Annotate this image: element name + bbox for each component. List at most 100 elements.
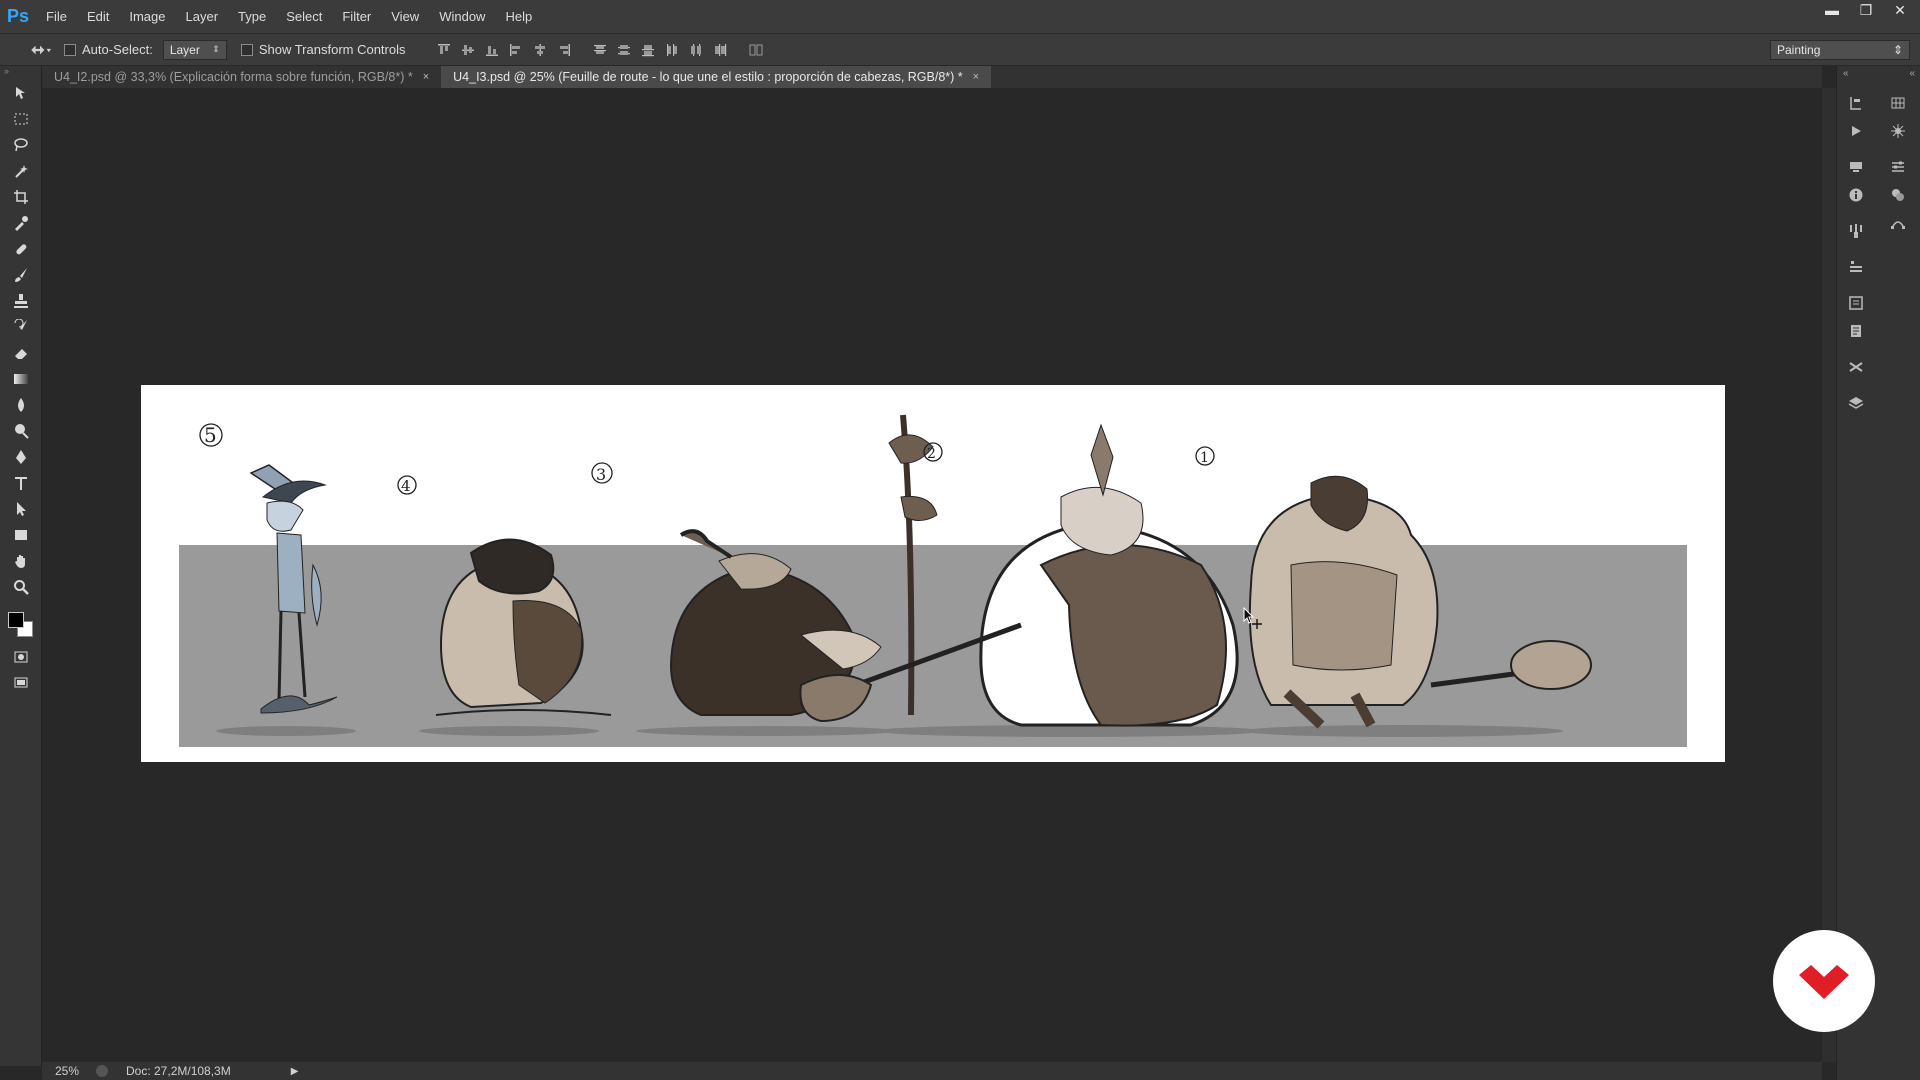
dropdown-arrow-icon: ⇕: [212, 44, 220, 54]
clone-stamp-tool-icon[interactable]: [0, 288, 42, 314]
marquee-tool-icon[interactable]: [0, 106, 42, 132]
vertical-scrollbar[interactable]: [1822, 88, 1836, 1062]
distribute-top-icon[interactable]: [592, 42, 608, 58]
close-button[interactable]: ✕: [1890, 0, 1910, 20]
auto-select-dropdown[interactable]: Layer ⇕: [162, 39, 227, 60]
dock-collapse-right-icon[interactable]: «: [1909, 68, 1915, 82]
align-right-icon[interactable]: [556, 42, 572, 58]
distribute-bottom-icon[interactable]: [640, 42, 656, 58]
tool-presets-icon[interactable]: [1841, 354, 1871, 380]
toolbox-collapse-icon[interactable]: »: [0, 66, 41, 80]
tab-close-icon[interactable]: ×: [973, 71, 979, 83]
blur-tool-icon[interactable]: [0, 392, 42, 418]
canvas-workspace[interactable]: 5 4 3 2 1: [43, 88, 1821, 1062]
align-vcenter-icon[interactable]: [460, 42, 476, 58]
character-number-4: 4: [401, 477, 411, 495]
show-transform-label: Show Transform Controls: [258, 42, 406, 57]
menu-help[interactable]: Help: [495, 0, 542, 33]
layers-panel-icon[interactable]: [1841, 390, 1871, 416]
character-panel-icon[interactable]: [1841, 290, 1871, 316]
foreground-color-swatch[interactable]: [8, 612, 24, 628]
character-number-2: 2: [927, 446, 936, 462]
maximize-button[interactable]: ❐: [1856, 0, 1876, 20]
auto-select-checkbox[interactable]: [64, 43, 76, 56]
status-menu-arrow-icon[interactable]: ▶: [291, 1066, 299, 1077]
move-tool-preset-icon[interactable]: [16, 34, 64, 66]
color-swatches[interactable]: [0, 604, 42, 644]
menu-layer[interactable]: Layer: [176, 0, 229, 33]
menu-view[interactable]: View: [381, 0, 429, 33]
character-number-1: 1: [1200, 450, 1209, 466]
color-panel-icon[interactable]: [1883, 118, 1913, 144]
healing-brush-tool-icon[interactable]: [0, 236, 42, 262]
actions-panel-icon[interactable]: [1841, 118, 1871, 144]
workspace-dropdown[interactable]: Painting ⇕: [1770, 40, 1910, 60]
window-controls: ▬ ❐ ✕: [1822, 0, 1910, 20]
path-selection-tool-icon[interactable]: [0, 496, 42, 522]
clone-source-icon[interactable]: [1841, 254, 1871, 280]
zoom-level[interactable]: 25%: [42, 1064, 92, 1078]
zoom-tool-icon[interactable]: [0, 574, 42, 600]
pen-tool-icon[interactable]: [0, 444, 42, 470]
swatches-panel-icon[interactable]: [1883, 90, 1913, 116]
align-top-icon[interactable]: [436, 42, 452, 58]
character-5: [249, 464, 338, 714]
adjustments-panel-icon[interactable]: [1883, 154, 1913, 180]
eyedropper-tool-icon[interactable]: [0, 210, 42, 236]
styles-panel-icon[interactable]: [1883, 182, 1913, 208]
brush-panel-icon[interactable]: [1841, 218, 1871, 244]
type-tool-icon[interactable]: [0, 470, 42, 496]
move-tool-icon[interactable]: [0, 80, 42, 106]
crop-tool-icon[interactable]: [0, 184, 42, 210]
menu-bar: Ps File Edit Image Layer Type Select Fil…: [0, 0, 1920, 33]
tab-document-2-label: U4_I3.psd @ 25% (Feuille de route - lo q…: [453, 70, 963, 84]
brush-tool-icon[interactable]: [0, 262, 42, 288]
align-left-icon[interactable]: [508, 42, 524, 58]
menu-window[interactable]: Window: [429, 0, 495, 33]
gradient-tool-icon[interactable]: [0, 366, 42, 392]
distribute-buttons: [592, 42, 728, 58]
history-brush-tool-icon[interactable]: [0, 314, 42, 340]
tab-document-2[interactable]: U4_I3.psd @ 25% (Feuille de route - lo q…: [441, 66, 992, 88]
history-panel-icon[interactable]: [1841, 90, 1871, 116]
dodge-tool-icon[interactable]: [0, 418, 42, 444]
menu-edit[interactable]: Edit: [77, 0, 119, 33]
auto-align-button: [748, 42, 764, 58]
screen-mode-icon[interactable]: [0, 670, 42, 696]
magic-wand-tool-icon[interactable]: [0, 158, 42, 184]
menu-image[interactable]: Image: [119, 0, 175, 33]
quick-mask-icon[interactable]: [0, 644, 42, 670]
align-buttons: [436, 42, 572, 58]
character-1: [1248, 475, 1592, 729]
minimize-button[interactable]: ▬: [1822, 0, 1842, 20]
tab-document-1[interactable]: U4_I2.psd @ 33,3% (Explicación forma sob…: [42, 66, 442, 88]
move-cursor-icon: [1243, 607, 1262, 629]
info-panel-icon[interactable]: [1841, 182, 1871, 208]
menu-type[interactable]: Type: [228, 0, 276, 33]
paragraph-panel-icon[interactable]: [1841, 318, 1871, 344]
document-canvas[interactable]: 5 4 3 2 1: [141, 385, 1725, 762]
auto-select-label: Auto-Select:: [82, 42, 153, 57]
align-hcenter-icon[interactable]: [532, 42, 548, 58]
brush-presets-icon[interactable]: [1841, 154, 1871, 180]
workspace-value: Painting: [1777, 43, 1821, 57]
hand-tool-icon[interactable]: [0, 548, 42, 574]
paths-panel-icon[interactable]: [1883, 210, 1913, 236]
distribute-hcenter-icon[interactable]: [688, 42, 704, 58]
distribute-left-icon[interactable]: [664, 42, 680, 58]
align-bottom-icon[interactable]: [484, 42, 500, 58]
menu-filter[interactable]: Filter: [332, 0, 381, 33]
menu-file[interactable]: File: [36, 0, 77, 33]
character-number-5: 5: [204, 423, 217, 447]
lasso-tool-icon[interactable]: [0, 132, 42, 158]
show-transform-checkbox[interactable]: [240, 43, 253, 56]
auto-align-layers-icon[interactable]: [748, 42, 764, 58]
eraser-tool-icon[interactable]: [0, 340, 42, 366]
dock-collapse-left-icon[interactable]: «: [1843, 68, 1849, 82]
document-size: Doc: 27,2M/108,3M: [126, 1064, 231, 1078]
tab-close-icon[interactable]: ×: [423, 71, 429, 83]
distribute-right-icon[interactable]: [712, 42, 728, 58]
distribute-vcenter-icon[interactable]: [616, 42, 632, 58]
rectangle-tool-icon[interactable]: [0, 522, 42, 548]
menu-select[interactable]: Select: [276, 0, 332, 33]
